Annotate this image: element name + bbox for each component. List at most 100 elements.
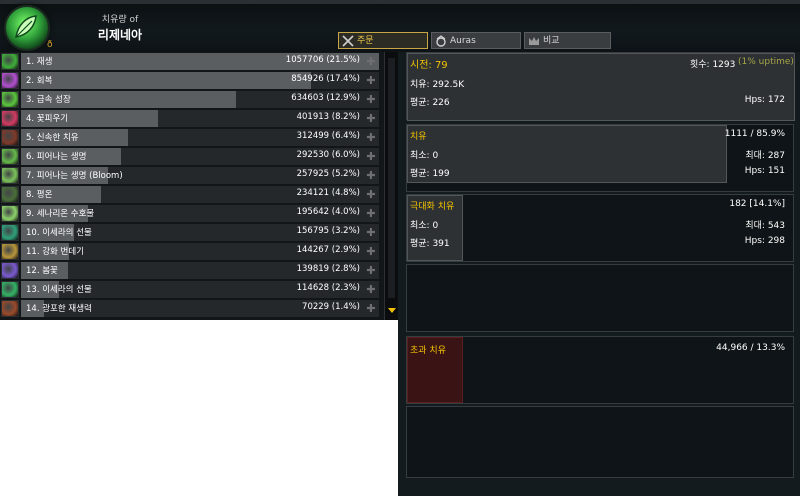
spell-options-icon[interactable]: ✚ <box>364 207 378 220</box>
spell-name: 4. 꽃피우기 <box>26 114 69 124</box>
crit-heal-title: 극대화 치유 <box>410 202 455 212</box>
spell-row[interactable]: 8. 평온 234121 (4.8%) ✚ <box>0 185 384 204</box>
overheal-value: 44,966 / 13.3% <box>716 343 785 353</box>
tab-label: 주문 <box>357 36 374 46</box>
spell-name: 5. 신속한 치유 <box>26 133 79 143</box>
spell-list: 1. 재생 1057706 (21.5%) ✚ 2. 회복 854926 (17.4%)… <box>0 52 384 320</box>
tab-label: 비교 <box>543 36 560 46</box>
spell-value: 234121 (4.8%) <box>296 188 360 198</box>
spell-icon <box>1 243 19 260</box>
tab-label: Auras <box>450 36 476 46</box>
spell-row[interactable]: 1. 재생 1057706 (21.5%) ✚ <box>0 52 384 71</box>
spell-options-icon[interactable]: ✚ <box>364 264 378 277</box>
spell-icon <box>1 53 19 70</box>
crit-heal-box: 극대화 치유 182 [14.1%] 최소: 0 최대: 543 평균: 391… <box>406 194 794 262</box>
spell-options-icon[interactable]: ✚ <box>364 169 378 182</box>
spell-row[interactable]: 2. 회복 854926 (17.4%) ✚ <box>0 71 384 90</box>
spell-icon <box>1 91 19 108</box>
tab-spells[interactable]: 주문 <box>338 32 428 49</box>
scroll-down-arrow-icon[interactable] <box>388 308 396 313</box>
spell-icon <box>1 224 19 241</box>
heal-total: 치유: 292.5K <box>410 80 465 90</box>
spell-icon <box>1 205 19 222</box>
spell-value: 634603 (12.9%) <box>291 93 360 103</box>
tab-compare[interactable]: 비교 <box>524 32 611 49</box>
spell-icon <box>1 110 19 127</box>
tab-auras[interactable]: Auras <box>431 32 521 49</box>
spell-name: 13. 이세라의 선물 <box>26 285 92 295</box>
spell-name: 3. 급속 성장 <box>26 95 71 105</box>
spell-name: 2. 회복 <box>26 76 53 86</box>
spell-icon <box>1 262 19 279</box>
spell-options-icon[interactable]: ✚ <box>364 245 378 258</box>
spell-options-icon[interactable]: ✚ <box>364 226 378 239</box>
crit-heal-avg: 평균: 391 <box>410 239 450 249</box>
spell-icon <box>1 72 19 89</box>
spell-options-icon[interactable]: ✚ <box>364 74 378 87</box>
crit-heal-hps: Hps: 298 <box>744 236 785 246</box>
normal-heal-min: 최소: 0 <box>410 151 439 161</box>
spell-name: 9. 세나리온 수호물 <box>26 209 95 219</box>
scrollbar[interactable] <box>384 52 399 320</box>
spell-detail-panel: 시전: 79 횟수: 1293 (1% uptime) 치유: 292.5K 평… <box>398 52 800 496</box>
spell-options-icon[interactable]: ✚ <box>364 131 378 144</box>
spell-options-icon[interactable]: ✚ <box>364 55 378 68</box>
title-block: 치유량 of 리제네아 <box>80 12 160 43</box>
spell-options-icon[interactable]: ✚ <box>364 302 378 315</box>
spell-row[interactable]: 14. 광포한 재생력 70229 (1.4%) ✚ <box>0 299 384 318</box>
spell-row[interactable]: 7. 피어나는 생명 (Bloom) 257925 (5.2%) ✚ <box>0 166 384 185</box>
spell-value: 114628 (2.3%) <box>296 283 360 293</box>
spell-bar <box>21 72 311 89</box>
normal-heal-hps: Hps: 151 <box>744 166 785 176</box>
spell-row[interactable]: 4. 꽃피우기 401913 (8.2%) ✚ <box>0 109 384 128</box>
spell-options-icon[interactable]: ✚ <box>364 112 378 125</box>
spell-value: 854926 (17.4%) <box>291 74 360 84</box>
spell-icon <box>1 129 19 146</box>
spell-row[interactable]: 12. 봄꽃 139819 (2.8%) ✚ <box>0 261 384 280</box>
spell-name: 1. 재생 <box>26 57 53 67</box>
spell-name: 8. 평온 <box>26 190 53 200</box>
crown-icon <box>529 37 539 45</box>
spell-value: 139819 (2.8%) <box>296 264 360 274</box>
blank-area <box>0 320 398 496</box>
spell-name: 14. 광포한 재생력 <box>26 304 92 314</box>
spell-value: 292530 (6.0%) <box>296 150 360 160</box>
spell-row[interactable]: 6. 피어나는 생명 292530 (6.0%) ✚ <box>0 147 384 166</box>
spell-row[interactable]: 5. 신속한 치유 312499 (6.4%) ✚ <box>0 128 384 147</box>
spell-options-icon[interactable]: ✚ <box>364 150 378 163</box>
spell-value: 70229 (1.4%) <box>302 302 360 312</box>
casts-label: 시전: 79 <box>410 60 448 71</box>
spell-row[interactable]: 3. 급속 성장 634603 (12.9%) ✚ <box>0 90 384 109</box>
window-header: ð 치유량 of 리제네아 주문 Auras 비교 <box>0 0 800 53</box>
window-subtitle: 치유량 of <box>101 15 139 25</box>
normal-heal-count: 1111 / 85.9% <box>724 129 785 139</box>
spell-value: 312499 (6.4%) <box>296 131 360 141</box>
spell-icon <box>1 186 19 203</box>
normal-heal-box: 치유 1111 / 85.9% 최소: 0 최대: 287 평균: 199 Hp… <box>406 124 794 192</box>
spell-icon <box>1 281 19 298</box>
spell-value: 1057706 (21.5%) <box>285 55 360 65</box>
normal-heal-avg: 평균: 199 <box>410 169 450 179</box>
spell-row[interactable]: 11. 강화 번데기 144267 (2.9%) ✚ <box>0 242 384 261</box>
overheal-title: 초과 치유 <box>410 346 446 356</box>
spell-name: 10. 이세라의 선물 <box>26 228 92 238</box>
spell-row[interactable]: 10. 이세라의 선물 156795 (3.2%) ✚ <box>0 223 384 242</box>
scrollbar-thumb[interactable] <box>388 58 395 298</box>
spell-value: 195642 (4.0%) <box>296 207 360 217</box>
spell-icon <box>1 167 19 184</box>
class-portrait-icon <box>4 5 50 51</box>
spell-icon <box>1 148 19 165</box>
spell-row[interactable]: 13. 이세라의 선물 114628 (2.3%) ✚ <box>0 280 384 299</box>
spell-value: 156795 (3.2%) <box>296 226 360 236</box>
spell-value: 144267 (2.9%) <box>296 245 360 255</box>
spell-options-icon[interactable]: ✚ <box>364 188 378 201</box>
spell-name: 11. 강화 번데기 <box>26 247 85 257</box>
spell-icon <box>1 300 19 317</box>
normal-heal-max: 최대: 287 <box>745 151 785 161</box>
crossed-swords-icon <box>342 35 354 47</box>
spell-options-icon[interactable]: ✚ <box>364 93 378 106</box>
spell-options-icon[interactable]: ✚ <box>364 283 378 296</box>
spec-glyph-icon: ð <box>47 40 53 50</box>
spell-row[interactable]: 9. 세나리온 수호물 195642 (4.0%) ✚ <box>0 204 384 223</box>
overheal-box: 초과 치유 44,966 / 13.3% <box>406 336 794 404</box>
